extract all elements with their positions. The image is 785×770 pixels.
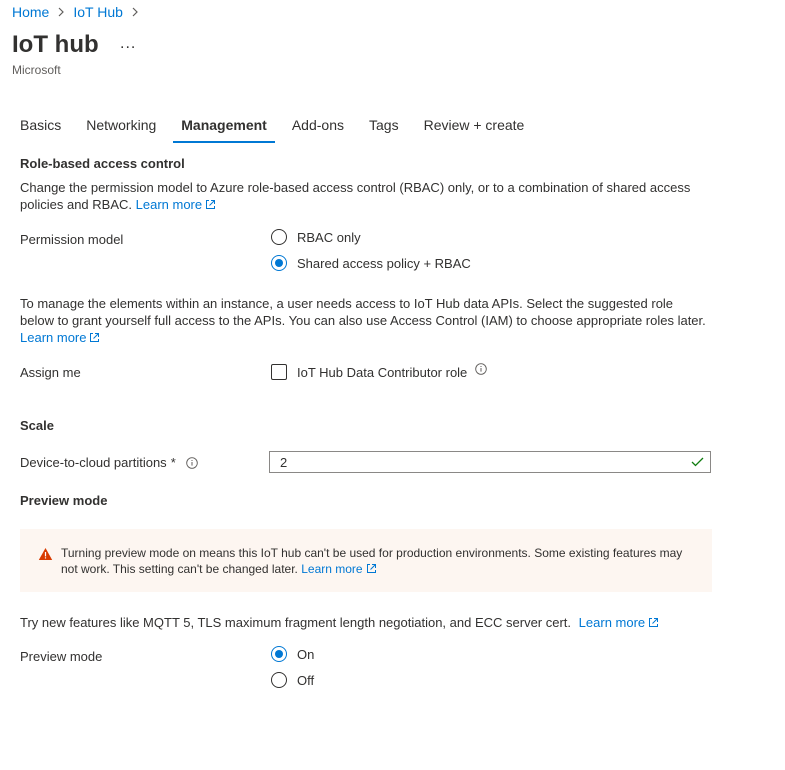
radio-preview-off-circle[interactable]: [271, 672, 287, 688]
assign-description: To manage the elements within an instanc…: [20, 295, 710, 347]
tab-tags[interactable]: Tags: [361, 108, 407, 143]
assign-learn-more-label: Learn more: [20, 330, 87, 345]
rbac-description: Change the permission model to Azure rol…: [20, 179, 710, 214]
partitions-input-value: 2: [280, 454, 288, 470]
radio-shared-access-label: Shared access policy + RBAC: [297, 255, 471, 271]
warning-learn-more-label: Learn more: [301, 562, 363, 576]
checkmark-icon: [691, 457, 704, 467]
tab-review-create[interactable]: Review + create: [416, 108, 533, 143]
page-subtitle: Microsoft: [12, 63, 61, 77]
assign-role-label: IoT Hub Data Contributor role: [297, 364, 468, 380]
breadcrumb-iothub-link[interactable]: IoT Hub: [73, 4, 123, 20]
breadcrumb-home-link[interactable]: Home: [12, 4, 49, 20]
warning-icon: [38, 547, 53, 566]
radio-preview-on-label: On: [297, 646, 315, 662]
assign-learn-more-link[interactable]: Learn more: [20, 330, 100, 345]
chevron-right-icon: [131, 7, 139, 17]
radio-preview-on[interactable]: On: [271, 643, 314, 665]
assign-role-checkbox[interactable]: [271, 364, 287, 380]
page-title: IoT hub: [12, 31, 99, 58]
radio-preview-off[interactable]: Off: [271, 669, 314, 691]
radio-rbac-only[interactable]: RBAC only: [271, 226, 361, 248]
tab-management[interactable]: Management: [173, 108, 275, 143]
tab-add-ons[interactable]: Add-ons: [284, 108, 352, 143]
external-link-icon: [648, 615, 659, 632]
external-link-icon: [366, 562, 377, 578]
assign-description-text: To manage the elements within an instanc…: [20, 296, 706, 328]
partitions-input[interactable]: 2: [269, 451, 711, 473]
preview-warning-text: Turning preview mode on means this IoT h…: [61, 545, 701, 578]
radio-rbac-only-circle[interactable]: [271, 229, 287, 245]
rbac-heading: Role-based access control: [20, 156, 185, 171]
chevron-right-icon: [57, 7, 65, 17]
tab-bar: Basics Networking Management Add-ons Tag…: [12, 108, 541, 143]
permission-model-label: Permission model: [20, 232, 124, 247]
tab-basics[interactable]: Basics: [12, 108, 69, 143]
info-icon[interactable]: [185, 456, 198, 469]
preview-learn-more-link[interactable]: Learn more: [579, 615, 659, 630]
radio-preview-off-label: Off: [297, 672, 315, 688]
assign-role-checkbox-row[interactable]: IoT Hub Data Contributor role: [271, 361, 488, 383]
preview-try-text: Try new features like MQTT 5, TLS maximu…: [20, 614, 760, 632]
rbac-learn-more-label: Learn more: [135, 197, 203, 212]
rbac-description-text: Change the permission model to Azure rol…: [20, 180, 691, 212]
radio-shared-access[interactable]: Shared access policy + RBAC: [271, 252, 471, 274]
tab-networking[interactable]: Networking: [78, 108, 164, 143]
info-icon[interactable]: [475, 363, 488, 375]
partitions-label: Device-to-cloud partitions: [20, 455, 167, 470]
preview-heading: Preview mode: [20, 493, 108, 508]
preview-learn-more-label: Learn more: [578, 615, 646, 630]
partitions-label-row: Device-to-cloud partitions *: [20, 455, 198, 470]
preview-try-message: Try new features like MQTT 5, TLS maximu…: [20, 615, 572, 630]
external-link-icon: [89, 330, 100, 347]
warning-learn-more-link[interactable]: Learn more: [301, 562, 376, 576]
radio-shared-access-circle[interactable]: [271, 255, 287, 271]
required-mark: *: [170, 455, 176, 470]
scale-heading: Scale: [20, 418, 54, 433]
rbac-learn-more-link[interactable]: Learn more: [136, 197, 216, 212]
preview-mode-label: Preview mode: [20, 649, 103, 664]
preview-warning-banner: Turning preview mode on means this IoT h…: [20, 529, 712, 592]
radio-preview-on-circle[interactable]: [271, 646, 287, 662]
assign-me-label: Assign me: [20, 365, 81, 380]
more-options-button[interactable]: ...: [120, 35, 136, 53]
breadcrumb: Home IoT Hub: [12, 4, 147, 20]
radio-rbac-only-label: RBAC only: [297, 229, 361, 245]
external-link-icon: [205, 197, 216, 214]
